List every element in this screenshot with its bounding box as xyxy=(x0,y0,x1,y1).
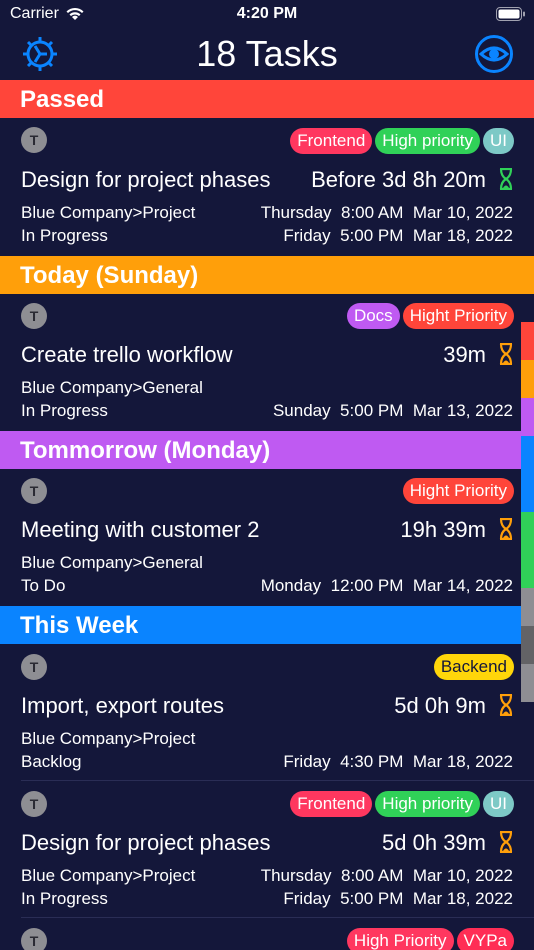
task-card[interactable]: T Frontend High priority UI Design for p… xyxy=(0,781,534,918)
tag-vypa: VYPa xyxy=(456,928,514,950)
time-left: 19h 39m xyxy=(400,517,486,542)
task-end-date: Friday 5:00 PM Mar 18, 2022 xyxy=(283,226,513,245)
task-card[interactable]: T Backend Import, export routes 5d 0h 9m… xyxy=(0,644,534,781)
task-title: Import, export routes xyxy=(21,693,224,718)
task-card[interactable]: T Hight Priority Meeting with customer 2… xyxy=(0,469,534,606)
tag-high-priority: High priority xyxy=(375,791,480,817)
scroll-index-today[interactable] xyxy=(521,360,534,398)
scroll-index-later[interactable] xyxy=(521,588,534,626)
hourglass-icon xyxy=(499,343,513,365)
task-title: Design for project phases xyxy=(21,830,271,855)
avatar: T xyxy=(21,791,47,817)
scroll-index-this-week-2[interactable] xyxy=(521,474,534,512)
time-left: 5d 0h 9m xyxy=(394,693,486,718)
section-header-passed: Passed xyxy=(0,80,534,118)
avatar: T xyxy=(21,127,47,153)
task-card[interactable]: T High Priority VYPa xyxy=(0,918,534,950)
task-title: Create trello workflow xyxy=(21,342,233,367)
section-scroll-index[interactable] xyxy=(521,322,534,702)
tag-docs: Docs xyxy=(346,303,400,329)
nav-bar: 18 Tasks xyxy=(0,30,534,80)
avatar: T xyxy=(21,928,47,950)
scroll-index-tomorrow[interactable] xyxy=(521,398,534,436)
time-left: 5d 0h 39m xyxy=(382,830,486,855)
section-header-tomorrow: Tommorrow (Monday) xyxy=(0,431,534,469)
task-project: Blue Company>Project xyxy=(21,203,196,222)
tag-frontend: Frontend xyxy=(290,791,373,817)
section-title: Tommorrow (Monday) xyxy=(20,437,271,464)
tag-ui: UI xyxy=(483,791,514,817)
task-end-date: Friday 4:30 PM Mar 18, 2022 xyxy=(283,752,513,771)
time-left: Before 3d 8h 20m xyxy=(311,167,486,192)
task-card[interactable]: T Frontend High priority UI Design for p… xyxy=(0,118,534,256)
task-status: Backlog xyxy=(21,752,82,771)
scroll-index-passed[interactable] xyxy=(521,322,534,360)
scroll-index-next-week[interactable] xyxy=(521,512,534,550)
hourglass-icon xyxy=(499,518,513,540)
status-bar: Carrier 4:20 PM xyxy=(0,0,534,30)
tag-list: Frontend High priority UI xyxy=(290,128,514,154)
avatar: T xyxy=(21,654,47,680)
hourglass-icon xyxy=(499,168,513,190)
tag-backend: Backend xyxy=(433,654,514,680)
tag-list: High Priority VYPa xyxy=(346,928,514,950)
task-title: Meeting with customer 2 xyxy=(21,517,260,542)
tag-hight-priority: Hight Priority xyxy=(402,303,514,329)
task-end-date: Monday 12:00 PM Mar 14, 2022 xyxy=(260,576,513,595)
tag-high-priority: High Priority xyxy=(346,928,454,950)
section-header-this-week: This Week xyxy=(0,606,534,644)
tag-list: Backend xyxy=(433,654,514,680)
task-status: To Do xyxy=(21,576,66,595)
tag-list: Hight Priority xyxy=(402,478,514,504)
status-time: 4:20 PM xyxy=(236,5,298,22)
avatar: T xyxy=(21,478,47,504)
section-header-today: Today (Sunday) xyxy=(0,256,534,294)
task-status: In Progress xyxy=(21,401,108,420)
task-project: Blue Company>Project xyxy=(21,866,196,885)
battery-icon xyxy=(496,7,525,21)
hourglass-icon xyxy=(499,831,513,853)
tag-frontend: Frontend xyxy=(290,128,373,154)
task-status: In Progress xyxy=(21,226,108,245)
tag-list: Frontend High priority UI xyxy=(290,791,514,817)
tag-list: Docs Hight Priority xyxy=(346,303,514,329)
task-title: Design for project phases xyxy=(21,167,271,192)
tag-ui: UI xyxy=(483,128,514,154)
task-status: In Progress xyxy=(21,889,108,908)
task-project: Blue Company>Project xyxy=(21,729,196,748)
task-project: Blue Company>General xyxy=(21,378,203,397)
scroll-index-next-week-2[interactable] xyxy=(521,550,534,588)
page-title: 18 Tasks xyxy=(196,33,338,74)
task-project: Blue Company>General xyxy=(21,553,203,572)
task-end-date: Friday 5:00 PM Mar 18, 2022 xyxy=(283,889,513,908)
tag-hight-priority: Hight Priority xyxy=(402,478,514,504)
task-card[interactable]: T Docs Hight Priority Create trello work… xyxy=(0,294,534,431)
tag-high-priority: High priority xyxy=(375,128,480,154)
task-end-date: Sunday 5:00 PM Mar 13, 2022 xyxy=(272,401,513,420)
scroll-index-later-2[interactable] xyxy=(521,626,534,664)
scroll-index-this-week[interactable] xyxy=(521,436,534,474)
section-title: Today (Sunday) xyxy=(20,262,199,289)
avatar: T xyxy=(21,303,47,329)
task-start-date: Thursday 8:00 AM Mar 10, 2022 xyxy=(260,866,513,885)
section-title: Passed xyxy=(20,86,105,113)
time-left: 39m xyxy=(443,342,486,367)
section-title: This Week xyxy=(20,612,139,639)
eye-icon[interactable] xyxy=(474,34,514,74)
task-start-date: Thursday 8:00 AM Mar 10, 2022 xyxy=(260,203,513,222)
hourglass-icon xyxy=(499,694,513,716)
scroll-index-later-3[interactable] xyxy=(521,664,534,702)
